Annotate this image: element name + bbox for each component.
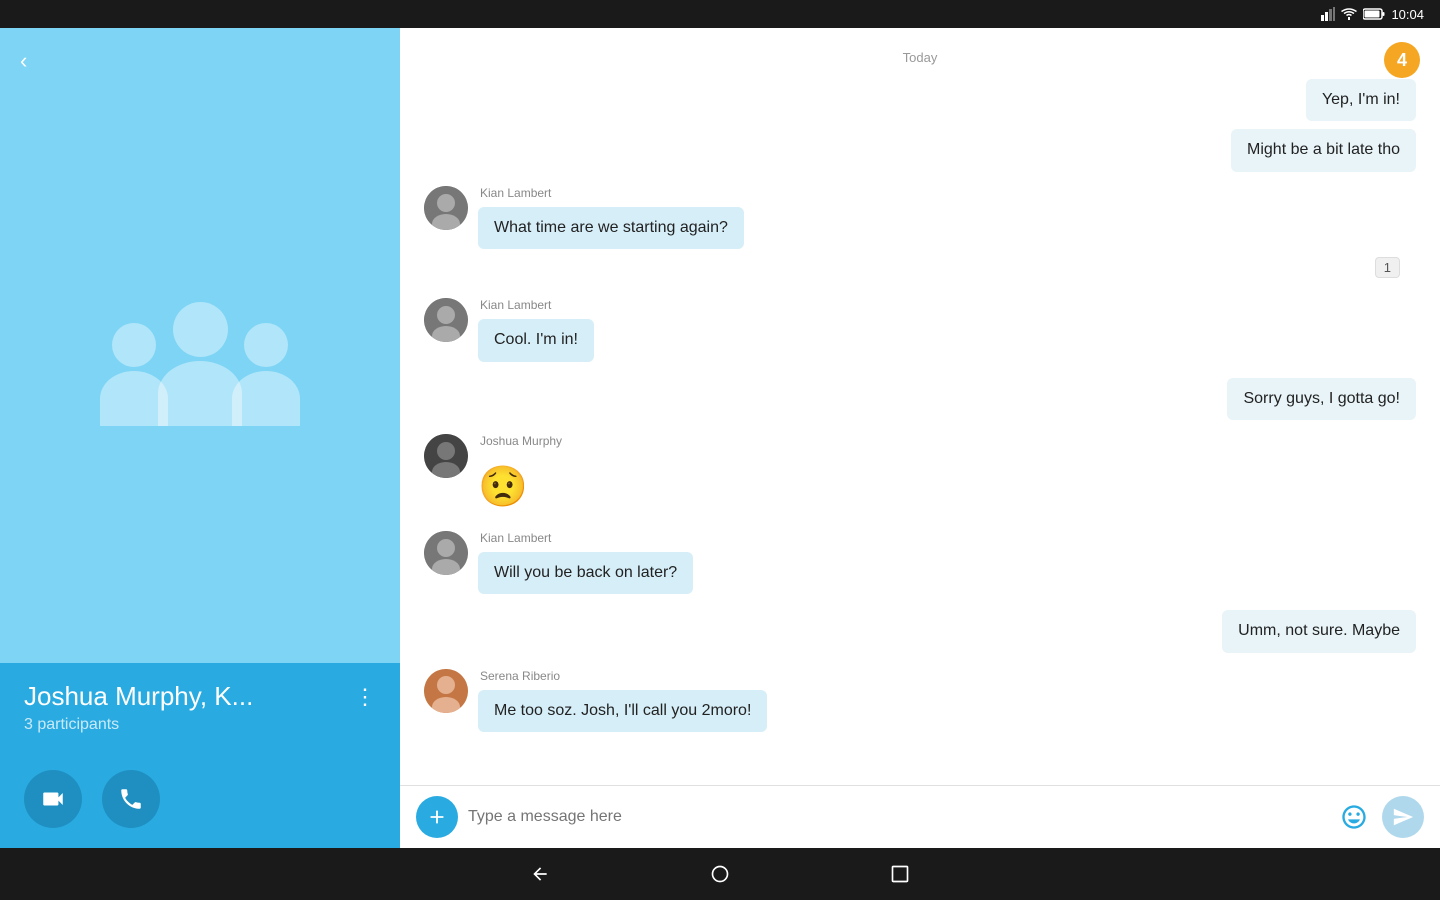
more-options-button[interactable]: ⋮ [354,684,376,710]
reaction-badge: 1 [1375,257,1400,278]
status-bar: 10:04 [0,0,1440,28]
voice-call-button[interactable] [102,770,160,828]
message-stack: Umm, not sure. Maybe [1222,610,1416,656]
participants-count: 3 participants [24,716,376,734]
group-avatar [110,286,290,426]
avatar [424,531,468,575]
battery-icon [1363,8,1385,20]
message-bubble: Sorry guys, I gotta go! [1227,378,1416,420]
chat-area: 4 Today Yep, I'm in! Might be a bit late… [400,28,1440,848]
message-bubble: Me too soz. Josh, I'll call you 2moro! [478,690,767,732]
message-stack: Yep, I'm in! [1306,79,1416,125]
wifi-icon [1341,7,1357,21]
message-bubble: Cool. I'm in! [478,319,594,361]
table-row: Yep, I'm in! [424,79,1416,125]
avatar [424,669,468,713]
main-content: ‹ [0,28,1440,848]
phone-icon [118,786,144,812]
sender-name: Kian Lambert [480,186,744,200]
send-icon [1392,806,1414,828]
avatar [424,186,468,230]
video-icon [40,786,66,812]
message-bubble: Yep, I'm in! [1306,79,1416,121]
sender-name: Joshua Murphy [480,434,562,448]
message-stack: Kian Lambert Will you be back on later? [478,531,693,598]
message-stack: Might be a bit late tho [1231,129,1416,175]
table-row: Kian Lambert Will you be back on later? [424,531,1416,598]
back-nav-button[interactable] [530,864,550,884]
sidebar-actions [0,754,400,848]
message-stack: Serena Riberio Me too soz. Josh, I'll ca… [478,669,767,736]
recents-nav-button[interactable] [890,864,910,884]
home-nav-button[interactable] [710,864,730,884]
table-row: Sorry guys, I gotta go! [424,378,1416,424]
silhouette-center [158,302,242,426]
message-stack: Kian Lambert Cool. I'm in! [478,298,594,365]
send-button[interactable] [1382,796,1424,838]
add-attachment-button[interactable] [416,796,458,838]
back-button[interactable]: ‹ [20,48,27,74]
sender-name: Kian Lambert [480,298,594,312]
message-bubble: Will you be back on later? [478,552,693,594]
status-icons: 10:04 [1321,7,1424,22]
message-input[interactable] [468,808,1326,826]
message-bubble: Umm, not sure. Maybe [1222,610,1416,652]
group-name: Joshua Murphy, K... [24,681,253,712]
messages-scroll[interactable]: Today Yep, I'm in! Might be a bit late t… [400,28,1440,785]
table-row: Might be a bit late tho [424,129,1416,175]
message-bubble: What time are we starting again? [478,207,744,249]
avatar [424,298,468,342]
nav-bar [0,848,1440,900]
avatar [424,434,468,478]
message-stack: Sorry guys, I gotta go! [1227,378,1416,424]
message-bubble: Might be a bit late tho [1231,129,1416,171]
group-name-row: Joshua Murphy, K... ⋮ [24,681,376,712]
silhouette-right [232,323,300,426]
signal-icon [1321,7,1335,21]
table-row: Joshua Murphy 😟 [424,434,1416,523]
status-time: 10:04 [1391,7,1424,22]
sender-name: Kian Lambert [480,531,693,545]
message-stack: Kian Lambert What time are we starting a… [478,186,744,253]
table-row: Serena Riberio Me too soz. Josh, I'll ca… [424,669,1416,736]
sender-name: Serena Riberio [480,669,767,683]
table-row: Kian Lambert Cool. I'm in! [424,298,1416,365]
sidebar-bottom: Joshua Murphy, K... ⋮ 3 participants [0,663,400,754]
date-divider: Today [424,50,1416,65]
message-stack: Joshua Murphy 😟 [478,434,562,523]
notification-badge[interactable]: 4 [1384,42,1420,78]
table-row: Umm, not sure. Maybe [424,610,1416,656]
sidebar-top: ‹ [0,28,400,663]
video-call-button[interactable] [24,770,82,828]
sidebar: ‹ [0,28,400,848]
plus-icon [426,806,448,828]
table-row: Kian Lambert What time are we starting a… [424,186,1416,253]
emoji-button[interactable] [1336,799,1372,835]
input-area [400,785,1440,848]
message-bubble-emoji: 😟 [478,455,562,519]
emoji-icon [1340,803,1368,831]
